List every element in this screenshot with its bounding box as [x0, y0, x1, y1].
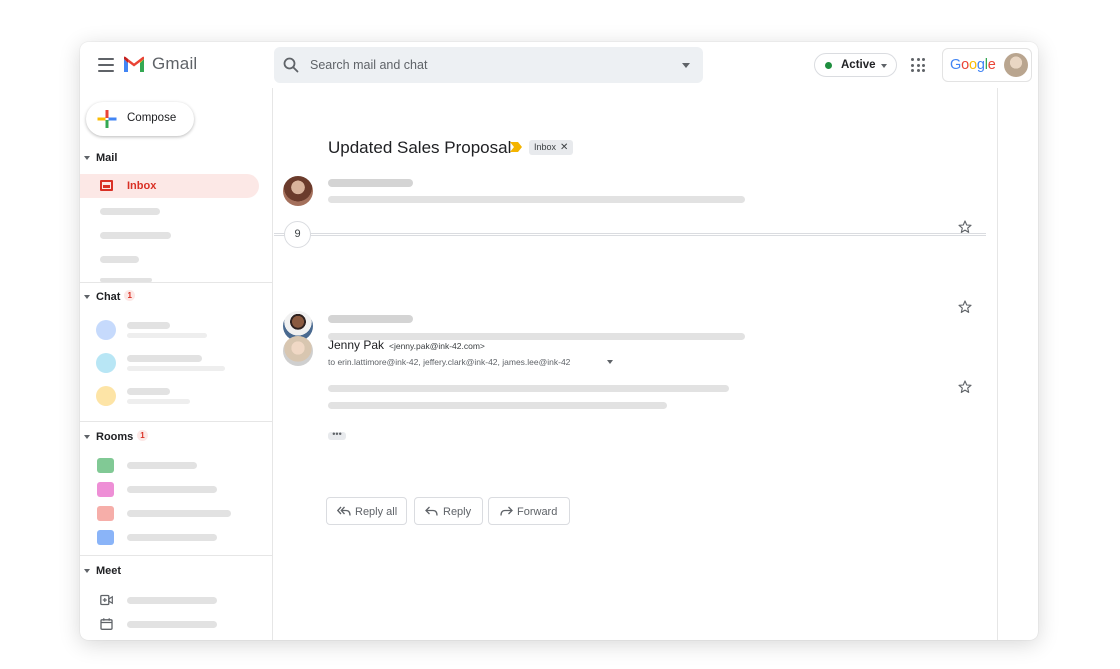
chat-preview-placeholder: [127, 399, 190, 404]
chat-avatar[interactable]: [96, 353, 116, 373]
email-thread: Updated Sales Proposal Inbox ✕ 9 Jenny Pa…: [274, 88, 998, 640]
rooms-section-header[interactable]: Rooms 1: [84, 430, 148, 449]
thread-subject: Updated Sales Proposal: [328, 138, 512, 157]
chat-avatar[interactable]: [96, 320, 116, 340]
room-name-placeholder: [127, 534, 217, 541]
sender-name[interactable]: Jenny Pak: [328, 338, 384, 352]
chat-name-placeholder: [127, 388, 170, 395]
sender-name-placeholder: [328, 179, 413, 187]
reply-label: Reply: [443, 506, 472, 518]
mail-folder-placeholder[interactable]: [100, 208, 160, 215]
collapse-caret-icon: [84, 434, 90, 439]
meet-option-placeholder: [127, 621, 217, 628]
recipients-line: to erin.lattimore@ink-42, jeffery.clark@…: [328, 357, 571, 367]
mail-folder-placeholder[interactable]: [100, 256, 139, 263]
snippet-placeholder[interactable]: [328, 196, 745, 203]
section-divider: [80, 555, 272, 556]
body-text-placeholder: [328, 402, 667, 409]
gmail-window: Gmail Search mail and chat Active Google: [80, 42, 1038, 640]
forward-label: Forward: [517, 506, 558, 518]
inbox-label: Inbox: [127, 180, 157, 192]
sender-avatar[interactable]: [283, 176, 313, 206]
sidebar-item-inbox[interactable]: Inbox: [80, 174, 259, 198]
reply-icon: [425, 506, 438, 516]
apps-grid-icon[interactable]: [911, 58, 925, 72]
show-trimmed-content-button[interactable]: •••: [328, 430, 346, 440]
top-bar: Gmail Search mail and chat Active Google: [80, 42, 1038, 88]
rooms-section-label: Rooms: [96, 431, 134, 443]
chat-preview-placeholder: [127, 366, 225, 371]
remove-label-close-icon[interactable]: ✕: [560, 142, 568, 153]
mail-section-header[interactable]: Mail: [84, 152, 117, 170]
collapse-caret-icon: [84, 294, 90, 299]
compose-plus-icon: [97, 110, 117, 128]
new-meeting-video-icon[interactable]: [100, 594, 113, 606]
chat-preview-placeholder: [127, 333, 207, 338]
room-name-placeholder: [127, 510, 231, 517]
star-icon[interactable]: [958, 220, 972, 234]
inbox-label-chip: Inbox ✕: [529, 140, 574, 155]
search-options-chevron-icon[interactable]: [682, 63, 690, 68]
sender-avatar[interactable]: [283, 336, 313, 366]
meet-section-label: Meet: [96, 565, 122, 577]
chat-section-label: Chat: [96, 291, 121, 303]
meet-section-header[interactable]: Meet: [84, 565, 121, 583]
status-dot: [825, 62, 832, 69]
room-name-placeholder: [127, 462, 197, 469]
compose-button[interactable]: Compose: [86, 102, 194, 136]
important-marker-icon[interactable]: [510, 142, 522, 152]
meet-option-placeholder: [127, 597, 217, 604]
status-label: Active: [841, 59, 876, 71]
star-icon[interactable]: [958, 380, 972, 394]
body-text-placeholder: [328, 385, 729, 392]
collapsed-messages-divider[interactable]: [274, 233, 986, 236]
main-menu-icon[interactable]: [98, 58, 114, 72]
mail-folder-placeholder[interactable]: [100, 232, 171, 239]
chat-avatar[interactable]: [96, 386, 116, 406]
account-avatar[interactable]: [1004, 53, 1028, 77]
inbox-icon: [100, 180, 113, 191]
room-avatar[interactable]: [97, 482, 114, 497]
google-wordmark: Google: [950, 57, 996, 73]
section-divider: [80, 282, 272, 283]
collapsed-count-button[interactable]: 9: [284, 221, 311, 248]
sender-name-placeholder: [328, 315, 413, 323]
search-bar[interactable]: Search mail and chat: [274, 47, 703, 83]
chat-section-header[interactable]: Chat 1: [84, 290, 135, 309]
reply-all-button[interactable]: Reply all: [326, 497, 407, 525]
side-panel: [997, 88, 1038, 640]
reply-all-icon: [337, 506, 351, 516]
forward-icon: [500, 506, 513, 516]
room-avatar[interactable]: [97, 458, 114, 473]
reply-button[interactable]: Reply: [414, 497, 483, 525]
google-account-button[interactable]: Google: [942, 48, 1032, 82]
chat-unread-badge: 1: [124, 290, 135, 301]
collapse-caret-icon: [84, 568, 90, 573]
room-avatar[interactable]: [97, 506, 114, 521]
forward-button[interactable]: Forward: [488, 497, 570, 525]
status-chevron-down-icon: [881, 64, 887, 68]
rooms-unread-badge: 1: [137, 430, 148, 441]
room-name-placeholder: [127, 486, 217, 493]
show-details-chevron-icon[interactable]: [607, 360, 613, 364]
gmail-logo-icon: [124, 56, 144, 72]
status-selector[interactable]: Active: [814, 53, 897, 77]
compose-label: Compose: [127, 112, 177, 124]
search-input[interactable]: Search mail and chat: [310, 58, 427, 72]
chat-name-placeholder: [127, 355, 202, 362]
mail-section-label: Mail: [96, 152, 118, 164]
label-chip-text: Inbox: [534, 142, 557, 152]
search-icon[interactable]: [282, 56, 300, 74]
collapse-caret-icon: [84, 155, 90, 160]
reply-all-label: Reply all: [355, 506, 398, 518]
star-icon[interactable]: [958, 300, 972, 314]
app-name: Gmail: [152, 54, 198, 73]
section-divider: [80, 421, 272, 422]
room-avatar[interactable]: [97, 530, 114, 545]
chat-name-placeholder: [127, 322, 170, 329]
calendar-icon[interactable]: [100, 618, 113, 630]
sidebar: Compose Mail Inbox Chat 1 Rooms 1 Meet: [80, 88, 273, 640]
snippet-placeholder[interactable]: [328, 333, 745, 340]
sender-email: <jenny.pak@ink-42.com>: [389, 341, 485, 351]
